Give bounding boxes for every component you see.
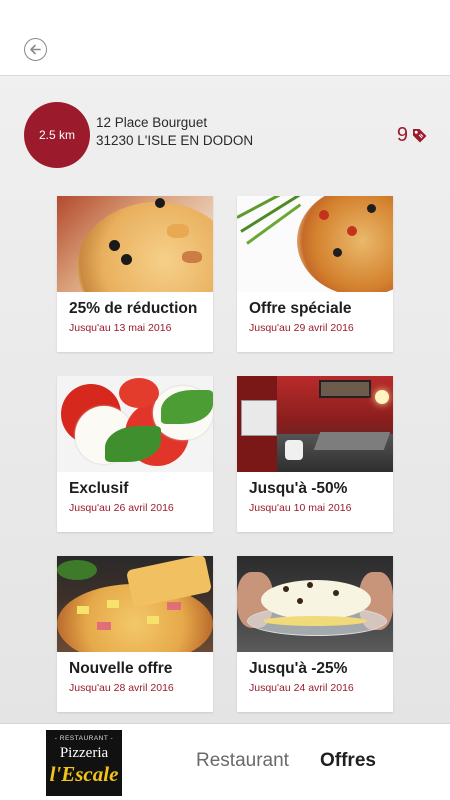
tab-restaurant[interactable]: Restaurant	[196, 750, 289, 772]
address-line-1: 12 Place Bourguet	[96, 115, 208, 130]
offer-date: Jusqu'au 28 avril 2016	[69, 682, 174, 694]
offer-title: Exclusif	[69, 480, 129, 497]
address: 12 Place Bourguet 31230 L'ISLE EN DODON	[96, 114, 253, 150]
offer-image-caprese-salad	[57, 376, 213, 472]
logo-line-2: Pizzeria	[59, 745, 109, 761]
offer-date: Jusqu'au 29 avril 2016	[249, 322, 354, 334]
price-tag-icon	[413, 129, 427, 143]
distance-badge: 2.5 km	[24, 102, 90, 168]
offer-date: Jusqu'au 13 mai 2016	[69, 322, 172, 334]
offer-card[interactable]: Nouvelle offre Jusqu'au 28 avril 2016	[57, 556, 213, 712]
offer-title: Jusqu'à -50%	[249, 480, 348, 497]
logo-line-3: l'Escale	[49, 762, 119, 786]
offer-image-pizza-pineapple	[57, 556, 213, 652]
offers-grid: 25% de réduction Jusqu'au 13 mai 2016 Of…	[57, 196, 394, 712]
offer-title: Offre spéciale	[249, 300, 352, 317]
offers-count-value: 9	[396, 124, 408, 146]
restaurant-info: 2.5 km 12 Place Bourguet 31230 L'ISLE EN…	[0, 100, 450, 172]
offer-title: Nouvelle offre	[69, 660, 173, 677]
offer-card[interactable]: Jusqu'à -50% Jusqu'au 10 mai 2016	[237, 376, 393, 532]
offer-card[interactable]: Jusqu'à -25% Jusqu'au 24 avril 2016	[237, 556, 393, 712]
back-button[interactable]	[24, 38, 47, 61]
bottom-nav: - RESTAURANT - Pizzeria l'Escale Restaur…	[0, 723, 450, 800]
offer-card[interactable]: Offre spéciale Jusqu'au 29 avril 2016	[237, 196, 393, 352]
offer-date: Jusqu'au 10 mai 2016	[249, 502, 352, 514]
offer-card[interactable]: Exclusif Jusqu'au 26 avril 2016	[57, 376, 213, 532]
pizzeria-logo[interactable]: - RESTAURANT - Pizzeria l'Escale	[46, 730, 122, 796]
tab-offres[interactable]: Offres	[320, 750, 376, 772]
offer-date: Jusqu'au 26 avril 2016	[69, 502, 174, 514]
logo-line-1: - RESTAURANT -	[54, 735, 114, 742]
back-arrow-icon	[30, 44, 41, 55]
offer-title: 25% de réduction	[69, 300, 198, 317]
offer-title: Jusqu'à -25%	[249, 660, 348, 677]
offer-date: Jusqu'au 24 avril 2016	[249, 682, 354, 694]
address-line-2: 31230 L'ISLE EN DODON	[96, 133, 254, 148]
top-bar	[0, 0, 450, 76]
offers-count[interactable]: 9	[397, 124, 428, 147]
offer-card[interactable]: 25% de réduction Jusqu'au 13 mai 2016	[57, 196, 213, 352]
offer-image-pizza-olives	[57, 196, 213, 292]
offer-image-restaurant-interior	[237, 376, 393, 472]
offer-image-pizza-herbs	[237, 196, 393, 292]
offer-image-dessert-banana-split	[237, 556, 393, 652]
